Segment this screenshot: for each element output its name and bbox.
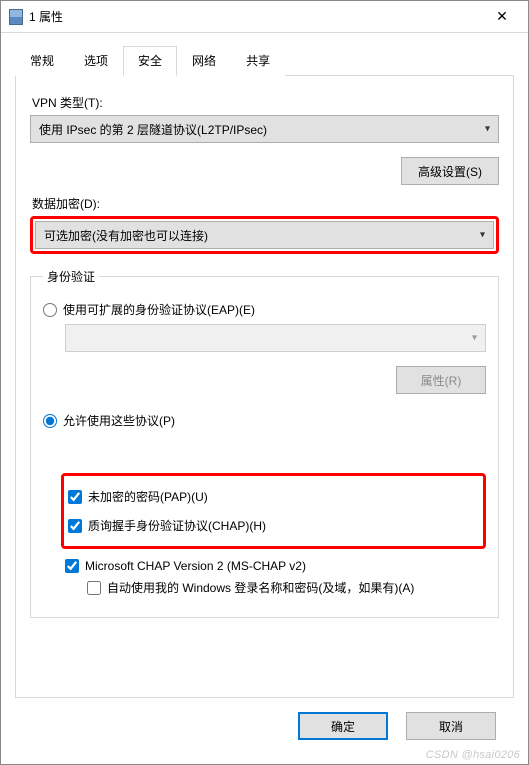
data-encryption-value: 可选加密(没有加密也可以连接) — [44, 227, 208, 244]
titlebar: 1 属性 ✕ — [1, 1, 528, 33]
highlight-pap-chap: 未加密的密码(PAP)(U) 质询握手身份验证协议(CHAP)(H) — [61, 473, 486, 549]
eap-properties-row: 属性(R) — [43, 366, 486, 394]
close-icon: ✕ — [496, 8, 508, 25]
radio-eap[interactable] — [43, 303, 57, 317]
eap-properties-button: 属性(R) — [396, 366, 486, 394]
chevron-down-icon: ▾ — [485, 124, 490, 135]
vpn-type-value: 使用 IPsec 的第 2 层隧道协议(L2TP/IPsec) — [39, 121, 267, 138]
checkbox-chap[interactable] — [68, 519, 82, 533]
radio-protocols-label: 允许使用这些协议(P) — [63, 412, 175, 429]
checkbox-chap-row[interactable]: 质询握手身份验证协议(CHAP)(H) — [68, 517, 477, 534]
dialog-footer: 确定 取消 — [15, 698, 514, 754]
advanced-row: 高级设置(S) — [30, 157, 499, 185]
tab-sharing[interactable]: 共享 — [231, 46, 285, 76]
tab-security[interactable]: 安全 — [123, 46, 177, 76]
radio-eap-row[interactable]: 使用可扩展的身份验证协议(EAP)(E) — [43, 301, 486, 318]
close-button[interactable]: ✕ — [480, 2, 524, 32]
tab-network[interactable]: 网络 — [177, 46, 231, 76]
radio-protocols-row[interactable]: 允许使用这些协议(P) — [43, 412, 486, 429]
checkbox-mschap-row[interactable]: Microsoft CHAP Version 2 (MS-CHAP v2) — [65, 559, 486, 573]
checkbox-pap-row[interactable]: 未加密的密码(PAP)(U) — [68, 488, 477, 505]
checkbox-pap-label: 未加密的密码(PAP)(U) — [88, 488, 208, 505]
app-icon — [9, 9, 23, 25]
cancel-button[interactable]: 取消 — [406, 712, 496, 740]
checkbox-mschap-label: Microsoft CHAP Version 2 (MS-CHAP v2) — [85, 559, 306, 573]
authentication-legend: 身份验证 — [43, 268, 99, 285]
tab-page-security: VPN 类型(T): 使用 IPsec 的第 2 层隧道协议(L2TP/IPse… — [15, 76, 514, 698]
client-area: 常规 选项 安全 网络 共享 VPN 类型(T): 使用 IPsec 的第 2 … — [1, 33, 528, 764]
vpn-type-label: VPN 类型(T): — [32, 94, 499, 111]
checkbox-mschap-auto-row[interactable]: 自动使用我的 Windows 登录名称和密码(及域，如果有)(A) — [87, 579, 486, 597]
data-encryption-label: 数据加密(D): — [32, 195, 499, 212]
properties-dialog: 1 属性 ✕ 常规 选项 安全 网络 共享 VPN 类型(T): 使用 IPse… — [0, 0, 529, 765]
checkbox-pap[interactable] — [68, 490, 82, 504]
checkbox-mschap[interactable] — [65, 559, 79, 573]
radio-eap-label: 使用可扩展的身份验证协议(EAP)(E) — [63, 301, 255, 318]
highlight-encryption: 可选加密(没有加密也可以连接) ▾ — [30, 216, 499, 254]
chevron-down-icon: ▾ — [472, 333, 477, 344]
tab-options[interactable]: 选项 — [69, 46, 123, 76]
authentication-group: 身份验证 使用可扩展的身份验证协议(EAP)(E) ▾ 属性(R) 允许使用这些… — [30, 268, 499, 618]
data-encryption-select[interactable]: 可选加密(没有加密也可以连接) ▾ — [35, 221, 494, 249]
chevron-down-icon: ▾ — [480, 230, 485, 241]
checkbox-chap-label: 质询握手身份验证协议(CHAP)(H) — [88, 517, 266, 534]
checkbox-mschap-auto[interactable] — [87, 581, 101, 595]
advanced-settings-button[interactable]: 高级设置(S) — [401, 157, 499, 185]
radio-protocols[interactable] — [43, 414, 57, 428]
checkbox-mschap-auto-label: 自动使用我的 Windows 登录名称和密码(及域，如果有)(A) — [107, 579, 414, 597]
tabs-strip: 常规 选项 安全 网络 共享 — [15, 45, 514, 76]
eap-method-select: ▾ — [65, 324, 486, 352]
ok-button[interactable]: 确定 — [298, 712, 388, 740]
watermark: CSDN @hsai0206 — [426, 749, 520, 761]
window-title: 1 属性 — [29, 8, 480, 25]
tab-general[interactable]: 常规 — [15, 46, 69, 76]
vpn-type-select[interactable]: 使用 IPsec 的第 2 层隧道协议(L2TP/IPsec) ▾ — [30, 115, 499, 143]
